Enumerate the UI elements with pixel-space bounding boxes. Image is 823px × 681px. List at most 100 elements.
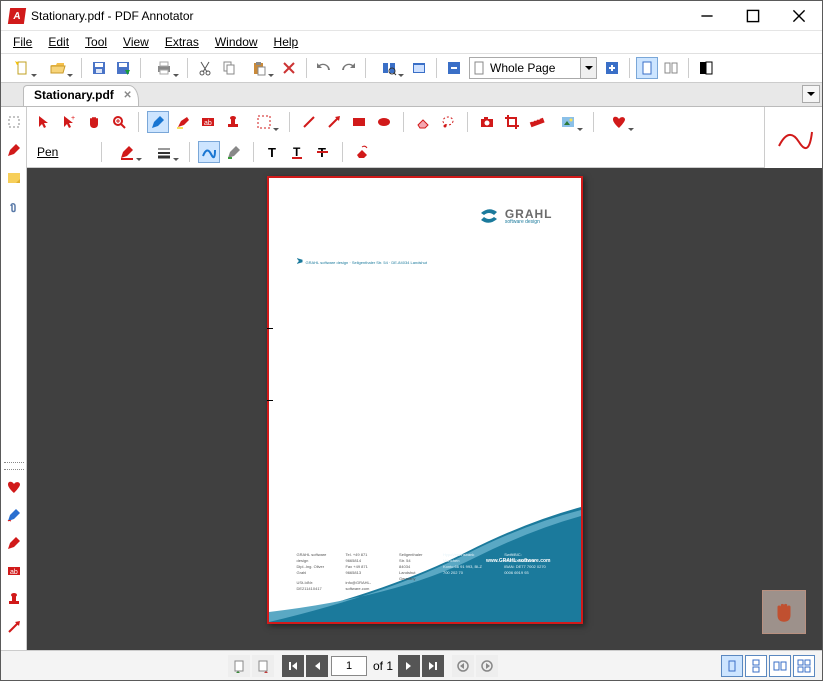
eraser-tool[interactable] (412, 111, 434, 133)
maximize-button[interactable] (730, 1, 776, 31)
save-button[interactable] (88, 57, 110, 79)
two-page-button[interactable] (660, 57, 682, 79)
highlighter-tool[interactable] (172, 111, 194, 133)
sidebar-stamp-icon[interactable] (3, 588, 25, 610)
document-page: GRAHL software design GRAHL software des… (267, 176, 583, 624)
svg-text:+: + (71, 115, 75, 122)
sidebar-pen-icon[interactable] (3, 139, 25, 161)
tab-label: Stationary.pdf (34, 88, 114, 102)
rectangle-tool[interactable] (348, 111, 370, 133)
menu-view[interactable]: View (115, 33, 157, 51)
logo-mark-icon (479, 206, 499, 226)
paste-button[interactable] (242, 57, 276, 79)
undo-button[interactable] (313, 57, 335, 79)
minimize-button[interactable] (684, 1, 730, 31)
tab-stationary[interactable]: Stationary.pdf ✕ (23, 85, 139, 106)
menu-window[interactable]: Window (207, 33, 266, 51)
textbox-tool[interactable]: ab (197, 111, 219, 133)
ellipse-tool[interactable] (373, 111, 395, 133)
history-back-button[interactable] (452, 655, 474, 677)
sidebar-pen-red-icon[interactable] (3, 532, 25, 554)
layout-two-up-button[interactable] (769, 655, 791, 677)
sidebar-select-icon[interactable] (3, 111, 25, 133)
erase-all-button[interactable] (351, 141, 373, 163)
history-forward-button[interactable] (476, 655, 498, 677)
color-picker[interactable] (110, 141, 144, 163)
lasso-erase-tool[interactable] (437, 111, 459, 133)
cut-button[interactable] (194, 57, 216, 79)
dark-mode-button[interactable] (695, 57, 717, 79)
menu-file[interactable]: File (5, 33, 40, 51)
zoom-tool[interactable] (108, 111, 130, 133)
document-canvas[interactable]: GRAHL software design GRAHL software des… (27, 168, 822, 650)
layout-two-up-continuous-button[interactable] (793, 655, 815, 677)
image-tool[interactable] (551, 111, 585, 133)
find-button[interactable] (372, 57, 406, 79)
smooth-line-toggle[interactable] (198, 141, 220, 163)
page-thumb-prev-icon[interactable] (228, 655, 250, 677)
tool-preview (764, 107, 822, 168)
pointer-plus-tool[interactable]: + (58, 111, 80, 133)
window-title: Stationary.pdf - PDF Annotator (31, 9, 194, 23)
titlebar: A Stationary.pdf - PDF Annotator (1, 1, 822, 31)
current-tool-label: Pen (33, 145, 93, 159)
fold-mark-icon (267, 400, 273, 401)
zoom-select[interactable]: Whole Page (469, 57, 597, 79)
first-page-button[interactable] (282, 655, 304, 677)
pointer-tool[interactable] (33, 111, 55, 133)
touch-pan-button[interactable] (762, 590, 806, 634)
copy-button[interactable] (218, 57, 240, 79)
pan-tool[interactable] (83, 111, 105, 133)
page-number-input[interactable] (331, 656, 367, 676)
menu-extras[interactable]: Extras (157, 33, 207, 51)
text-strikeout[interactable]: T (312, 141, 334, 163)
tabs-dropdown-button[interactable] (802, 85, 820, 103)
last-page-button[interactable] (422, 655, 444, 677)
zoom-in-button[interactable] (601, 57, 623, 79)
close-button[interactable] (776, 1, 822, 31)
arrow-tool[interactable] (323, 111, 345, 133)
redo-button[interactable] (337, 57, 359, 79)
svg-text:T: T (293, 145, 301, 159)
text-normal[interactable]: T (262, 141, 284, 163)
delete-button[interactable] (278, 57, 300, 79)
layout-continuous-button[interactable] (745, 655, 767, 677)
stamp-dropdown[interactable] (247, 111, 281, 133)
sidebar: ab (1, 107, 27, 650)
snapshot-tool[interactable] (476, 111, 498, 133)
company-logo: GRAHL software design (479, 206, 553, 226)
page-thumb-next-icon[interactable] (252, 655, 274, 677)
save-as-button[interactable] (112, 57, 134, 79)
pen-tool[interactable] (147, 111, 169, 133)
sidebar-arrow-icon[interactable] (3, 616, 25, 638)
prev-page-button[interactable] (306, 655, 328, 677)
stamp-tool[interactable] (222, 111, 244, 133)
sidebar-note-icon[interactable] (3, 167, 25, 189)
layout-single-button[interactable] (721, 655, 743, 677)
crop-tool[interactable] (501, 111, 523, 133)
line-tool[interactable] (298, 111, 320, 133)
menu-tool[interactable]: Tool (77, 33, 115, 51)
zoom-out-button[interactable] (443, 57, 465, 79)
open-button[interactable] (41, 57, 75, 79)
text-underline[interactable]: T (287, 141, 309, 163)
measure-tool[interactable] (526, 111, 548, 133)
new-doc-button[interactable] (5, 57, 39, 79)
fullscreen-button[interactable] (408, 57, 430, 79)
sidebar-text-tool-icon[interactable]: ab (3, 560, 25, 582)
zoom-dropdown-button[interactable] (580, 58, 596, 78)
favorite-dropdown[interactable] (602, 111, 636, 133)
sidebar-attachment-icon[interactable] (3, 195, 25, 217)
menu-edit[interactable]: Edit (40, 33, 77, 51)
sidebar-pen-blue-icon[interactable] (3, 504, 25, 526)
page-of-label: of 1 (373, 659, 393, 673)
menubar: File Edit Tool View Extras Window Help (1, 31, 822, 53)
menu-help[interactable]: Help (266, 33, 307, 51)
sidebar-heart-icon[interactable] (3, 476, 25, 498)
single-page-button[interactable] (636, 57, 658, 79)
width-picker[interactable] (147, 141, 181, 163)
pressure-toggle[interactable] (223, 141, 245, 163)
tab-close-icon[interactable]: ✕ (123, 90, 131, 101)
print-button[interactable] (147, 57, 181, 79)
next-page-button[interactable] (398, 655, 420, 677)
